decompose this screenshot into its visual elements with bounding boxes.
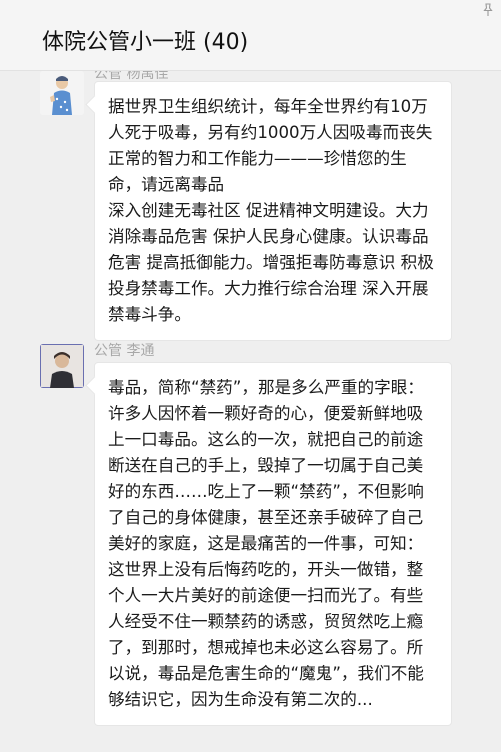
message-bubble[interactable]: 据世界卫生组织统计，每年全世界约有10万人死于吸毒，另有约1000万人因吸毒而丧… <box>94 81 452 341</box>
sender-name: 公管 李通 <box>94 343 155 359</box>
pin-icon[interactable] <box>481 2 495 16</box>
chat-title: 体院公管小一班 (40) <box>42 30 249 55</box>
chat-header: 体院公管小一班 (40) <box>0 0 501 71</box>
avatar[interactable] <box>40 344 84 388</box>
message-bubble[interactable]: 毒品，简称“禁药”，那是多么严重的字眼：许多人因怀着一颗好奇的心，便爱新鲜地吸上… <box>94 362 452 726</box>
avatar[interactable] <box>40 71 84 115</box>
message-list[interactable]: 公管 杨禹佳 据世界卫生组织统计，每年全世界约有10万人死于吸毒，另有约1000… <box>0 71 501 752</box>
